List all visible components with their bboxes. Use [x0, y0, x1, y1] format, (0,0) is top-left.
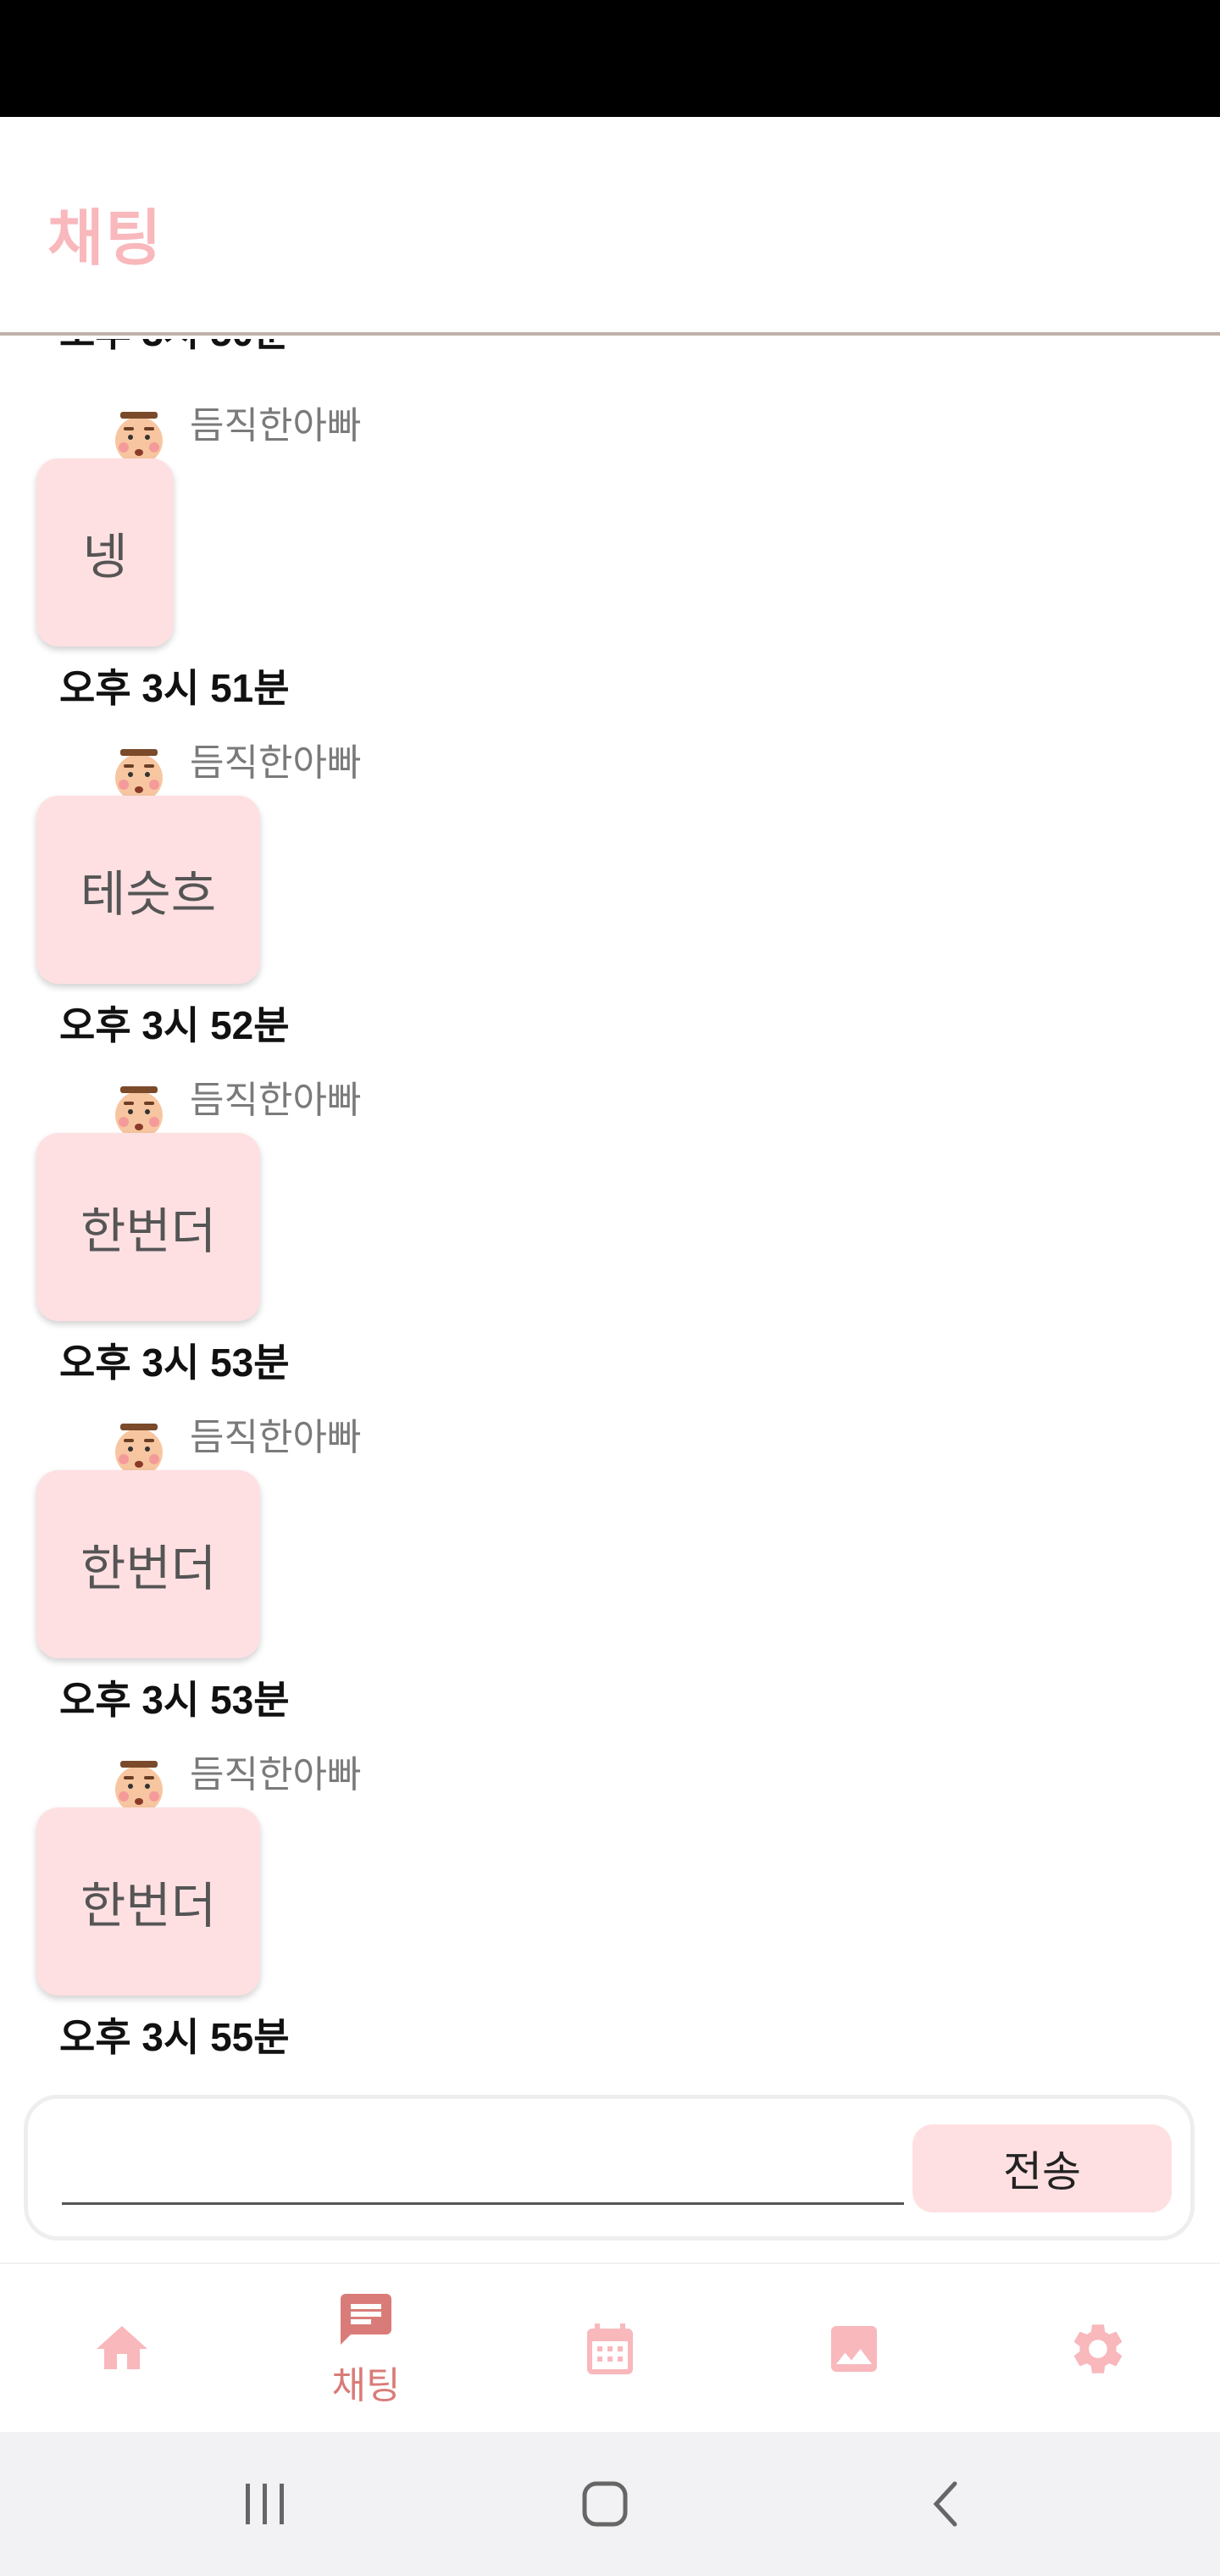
- back-chevron-icon: [933, 2481, 957, 2527]
- home-circle-icon: [582, 2481, 628, 2527]
- system-nav-bar: [0, 2432, 1220, 2576]
- send-button[interactable]: 전송: [912, 2124, 1172, 2212]
- gear-icon: [1073, 2324, 1123, 2373]
- chat-list[interactable]: 오후 3시 50분 듬직한아빠 넹 오후 3시 51분: [0, 339, 1220, 2093]
- sender-name: 듬직한아빠: [190, 742, 362, 784]
- home-button[interactable]: [554, 2466, 656, 2542]
- message-bubble[interactable]: 한번더: [36, 1807, 261, 1996]
- page-title: 채팅: [47, 205, 164, 273]
- message-bubble[interactable]: 한번더: [36, 1133, 261, 1321]
- sender-name: 듬직한아빠: [190, 1417, 362, 1458]
- sender-name: 듬직한아빠: [190, 405, 362, 447]
- nav-item-chat[interactable]: 채팅: [244, 2264, 488, 2434]
- message-input[interactable]: [62, 2123, 904, 2205]
- app-header: 채팅: [0, 117, 1220, 336]
- message-time: 오후 3시 55분: [59, 2015, 290, 2059]
- nav-label-chat: 채팅: [331, 2365, 401, 2407]
- chat-message: 듬직한아빠 테슷흐 오후 3시 52분: [0, 676, 1220, 1047]
- chat-message: 듬직한아빠 한번더 오후 3시 53분: [0, 1013, 1220, 1385]
- status-bar: [0, 0, 1220, 117]
- chat-icon: [341, 2294, 391, 2345]
- nav-item-calendar[interactable]: [488, 2264, 732, 2434]
- sender-name: 듬직한아빠: [190, 1080, 362, 1121]
- recent-apps-button[interactable]: [214, 2466, 315, 2542]
- sender-name: 듬직한아빠: [190, 1754, 362, 1796]
- nav-item-gallery[interactable]: [732, 2264, 976, 2434]
- calendar-icon: [587, 2323, 633, 2374]
- recent-apps-icon: [246, 2484, 284, 2524]
- chat-message: 듬직한아빠 넹 오후 3시 51분: [0, 339, 1220, 710]
- message-bubble[interactable]: 넹: [36, 458, 174, 647]
- image-icon: [831, 2326, 877, 2372]
- message-bubble[interactable]: 한번더: [36, 1470, 261, 1658]
- message-composer: 전송: [24, 2095, 1195, 2240]
- bottom-nav: 채팅: [0, 2262, 1220, 2434]
- home-icon: [97, 2326, 147, 2369]
- back-button[interactable]: [895, 2466, 996, 2542]
- nav-item-home[interactable]: [0, 2264, 244, 2434]
- message-bubble[interactable]: 테슷흐: [36, 796, 261, 984]
- chat-message: 듬직한아빠 한번더 오후 3시 55분: [0, 1688, 1220, 2059]
- nav-item-settings[interactable]: [976, 2264, 1220, 2434]
- chat-message: 듬직한아빠 한번더 오후 3시 53분: [0, 1351, 1220, 1722]
